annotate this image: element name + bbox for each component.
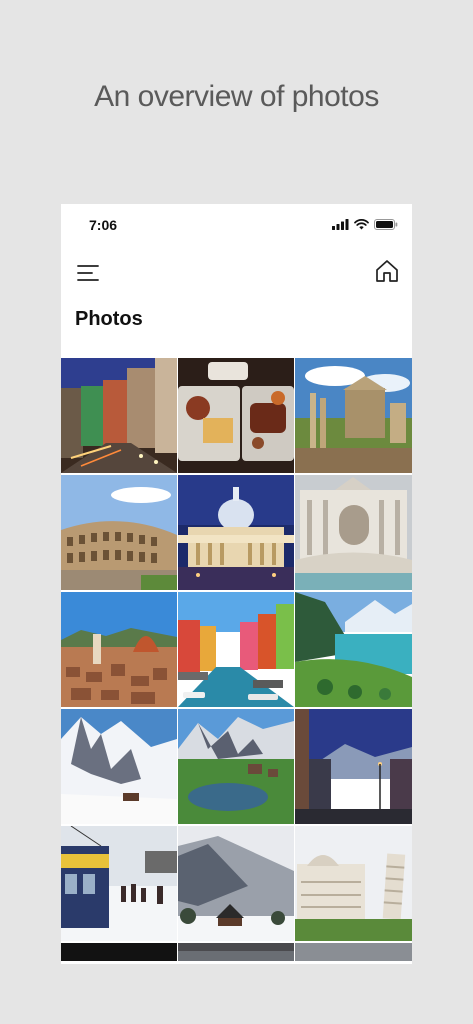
photo-florence-cathedral[interactable] xyxy=(61,592,177,707)
navigation-bar xyxy=(61,254,412,294)
photo-snowy-village[interactable] xyxy=(178,826,294,941)
photo-grid xyxy=(61,358,412,961)
photo-venice-canal[interactable] xyxy=(178,592,294,707)
photo-colosseum[interactable] xyxy=(61,475,177,590)
battery-icon xyxy=(374,219,398,230)
photo-food-platters[interactable] xyxy=(178,358,294,473)
photo-partial-1[interactable] xyxy=(61,943,177,961)
photo-roman-forum[interactable] xyxy=(295,358,412,473)
page-title: Photos xyxy=(75,308,143,330)
status-bar: 7:06 xyxy=(61,204,412,248)
photo-pisa-cathedral-tower[interactable] xyxy=(295,826,412,941)
phone-screen: 7:06 Photos xyxy=(61,204,412,964)
home-button[interactable] xyxy=(374,258,400,284)
signal-icon xyxy=(332,219,349,230)
photo-town-street-dusk[interactable] xyxy=(295,709,412,824)
status-icons xyxy=(332,219,398,230)
status-time: 7:06 xyxy=(89,217,118,233)
photo-trevi-fountain[interactable] xyxy=(295,475,412,590)
photo-snow-train[interactable] xyxy=(61,826,177,941)
photo-alpine-lake[interactable] xyxy=(295,592,412,707)
home-icon xyxy=(376,260,398,282)
photo-partial-2[interactable] xyxy=(178,943,294,961)
photo-city-street-night[interactable] xyxy=(61,358,177,473)
hamburger-menu-icon xyxy=(77,265,99,281)
menu-button[interactable] xyxy=(75,260,101,286)
photo-snowy-mountain[interactable] xyxy=(61,709,177,824)
photo-mountain-lake-reflection[interactable] xyxy=(178,709,294,824)
wifi-icon xyxy=(354,219,369,230)
photo-partial-3[interactable] xyxy=(295,943,412,961)
photo-st-peters-basilica-night[interactable] xyxy=(178,475,294,590)
page-headline: An overview of photos xyxy=(94,80,379,113)
